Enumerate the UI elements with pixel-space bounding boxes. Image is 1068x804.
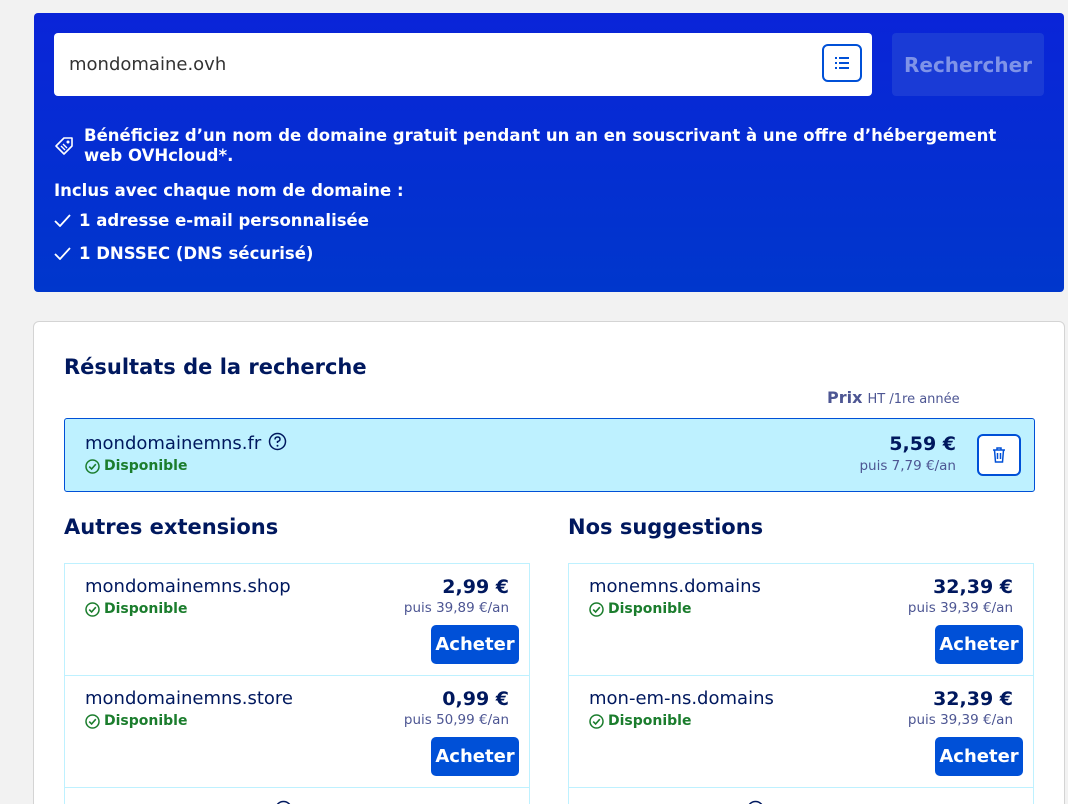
- domain-name: mondomainemns.fr: [85, 433, 262, 454]
- help-icon[interactable]: [746, 800, 765, 804]
- status-badge: Disponible: [589, 601, 691, 617]
- status-label: Disponible: [104, 713, 188, 729]
- list-item: mondomainemns.shop Disponible 2,99 € pui…: [65, 564, 529, 676]
- buy-button[interactable]: Acheter: [431, 625, 519, 664]
- status-badge: Disponible: [85, 601, 187, 617]
- renewal-price: puis 39,39 €/an: [907, 600, 1013, 616]
- price-suffix: HT /1re année: [867, 392, 960, 407]
- search-box: [54, 33, 872, 96]
- feature-item: 1 adresse e-mail personnalisée: [54, 211, 369, 230]
- search-hero: Rechercher Bénéficiez d’un nom de domain…: [34, 13, 1064, 292]
- list-item: mon-em-ns.domains Disponible 32,39 € pui…: [569, 676, 1033, 788]
- results-card: Résultats de la recherche Prix HT /1re a…: [33, 321, 1065, 804]
- renewal-price: puis 39,39 €/an: [907, 712, 1013, 728]
- check-icon: [54, 247, 71, 260]
- list-icon: [835, 57, 849, 69]
- check-icon: [54, 214, 71, 227]
- remove-button[interactable]: [977, 434, 1021, 476]
- renewal-price: puis 50,99 €/an: [403, 712, 509, 728]
- list-item: monemns.domains Disponible 32,39 € puis …: [569, 564, 1033, 676]
- other-extensions-title: Autres extensions: [64, 515, 279, 539]
- status-badge: Disponible: [589, 713, 691, 729]
- list-item: mondomainemns.store Disponible 0,99 € pu…: [65, 676, 529, 788]
- domain-name: mondomainemns.store: [85, 688, 294, 709]
- feature-label: 1 DNSSEC (DNS sécurisé): [79, 244, 314, 263]
- domain-name: mondomainemns.shop: [85, 576, 291, 597]
- renewal-price: puis 7,79 €/an: [859, 458, 956, 474]
- status-label: Disponible: [608, 601, 692, 617]
- included-title: Inclus avec chaque nom de domaine :: [54, 181, 404, 200]
- price: 2,99 €: [442, 576, 509, 598]
- domain-search-input[interactable]: [54, 33, 814, 96]
- price-header: Prix HT /1re année: [827, 388, 960, 407]
- suggestions-list: monemns.domains Disponible 32,39 € puis …: [568, 563, 1034, 804]
- price: 0,99 €: [442, 688, 509, 710]
- check-circle-icon: [85, 458, 100, 474]
- results-title: Résultats de la recherche: [64, 355, 367, 379]
- feature-item: 1 DNSSEC (DNS sécurisé): [54, 244, 313, 263]
- domain-name: monemns.domains: [589, 576, 761, 597]
- buy-button[interactable]: Acheter: [935, 737, 1023, 776]
- buy-button[interactable]: Acheter: [431, 737, 519, 776]
- price: 5,59 €: [889, 433, 956, 455]
- promo-text: Bénéficiez d’un nom de domaine gratuit p…: [84, 126, 997, 165]
- renewal-price: puis 39,89 €/an: [403, 600, 509, 616]
- check-circle-icon: [85, 713, 100, 729]
- status-label: Disponible: [608, 713, 692, 729]
- price-label: Prix: [827, 388, 863, 407]
- main-result-row: mondomainemns.fr Disponible 5,59 € puis …: [64, 418, 1035, 492]
- check-circle-icon: [589, 713, 604, 729]
- feature-label: 1 adresse e-mail personnalisée: [79, 211, 369, 230]
- price: 32,39 €: [933, 576, 1013, 598]
- status-badge: Disponible: [85, 458, 187, 474]
- help-icon[interactable]: [268, 432, 287, 451]
- trash-icon: [993, 447, 1005, 463]
- help-icon[interactable]: [274, 800, 293, 804]
- price: 32,39 €: [933, 688, 1013, 710]
- domain-name: mon-em-ns.domains: [589, 688, 774, 709]
- suggestions-title: Nos suggestions: [568, 515, 764, 539]
- check-circle-icon: [589, 601, 604, 617]
- status-label: Disponible: [104, 601, 188, 617]
- status-label: Disponible: [104, 458, 188, 474]
- check-circle-icon: [85, 601, 100, 617]
- search-button[interactable]: Rechercher: [892, 33, 1044, 96]
- bulk-search-button[interactable]: [822, 44, 862, 82]
- other-extensions-list: mondomainemns.shop Disponible 2,99 € pui…: [64, 563, 530, 804]
- status-badge: Disponible: [85, 713, 187, 729]
- promo-banner: Bénéficiez d’un nom de domaine gratuit p…: [54, 126, 1024, 166]
- tag-icon: [55, 137, 73, 155]
- buy-button[interactable]: Acheter: [935, 625, 1023, 664]
